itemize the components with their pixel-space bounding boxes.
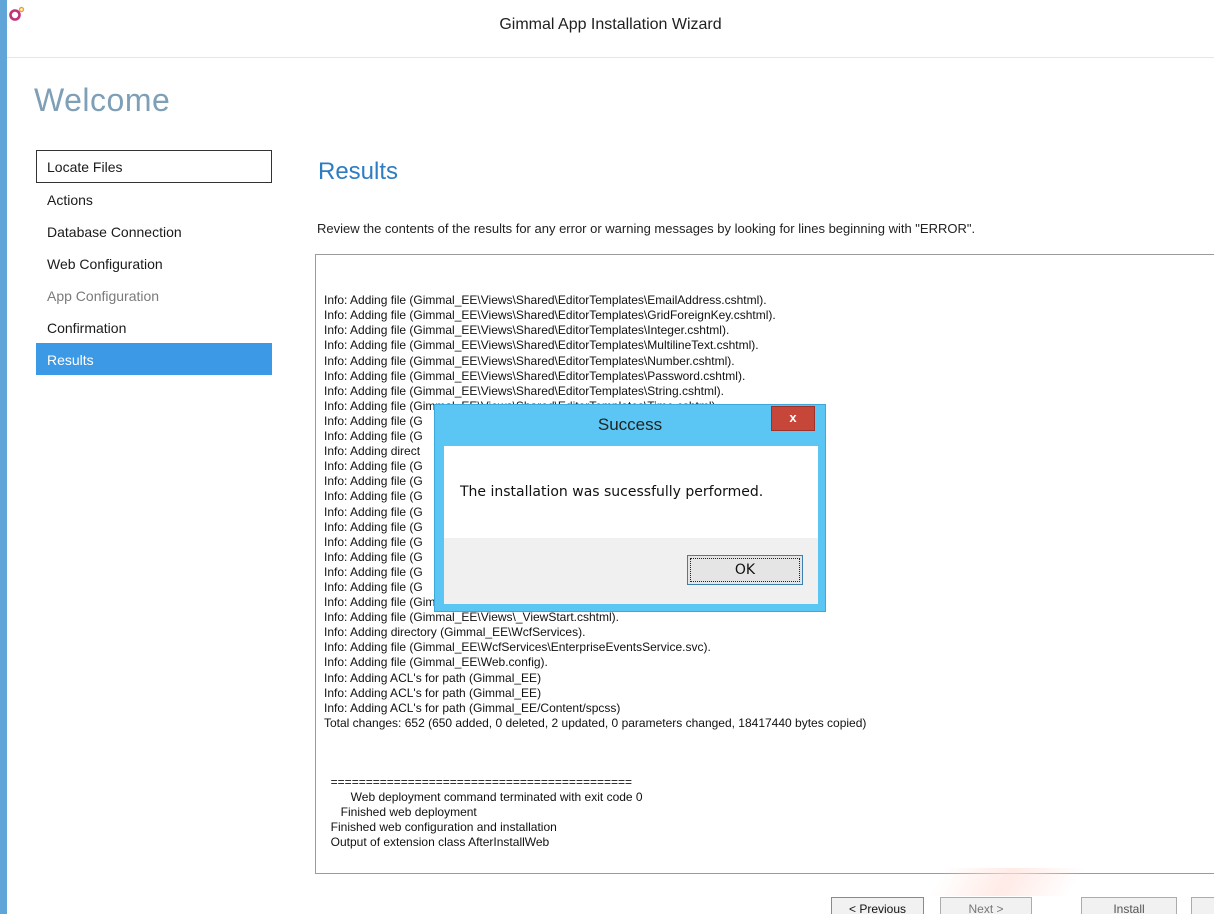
dialog-message: The installation was sucessfully perform…	[460, 484, 764, 500]
log-line: Info: Adding file (Gimmal_EE\Views\Share…	[324, 353, 735, 368]
log-line: Output of extension class AfterInstallWe…	[324, 835, 550, 850]
log-line: ========================================…	[324, 775, 633, 790]
footer-buttons: < Previous Next > Install	[7, 897, 1214, 914]
previous-button[interactable]: < Previous	[831, 897, 924, 914]
log-line: Info: Adding directory (Gimmal_EE\WcfSer…	[324, 625, 586, 640]
log-line: Info: Adding ACL's for path (Gimmal_EE)	[324, 670, 542, 685]
log-line: Info: Adding file (Gimmal_EE\Views\Share…	[324, 368, 746, 383]
wizard-steps-nav: Locate Files Actions Database Connection…	[36, 150, 272, 375]
nav-item-web-configuration[interactable]: Web Configuration	[36, 247, 272, 279]
log-line: Info: Adding file (Gimmal_EE\Views\Share…	[324, 323, 730, 338]
log-line: Info: Adding ACL's for path (Gimmal_EE/C…	[324, 700, 621, 715]
log-line: Web deployment command terminated with e…	[324, 790, 643, 805]
ok-button[interactable]: OK	[687, 555, 803, 585]
nav-item-actions[interactable]: Actions	[36, 183, 272, 215]
log-line: Finished web configuration and installat…	[324, 820, 557, 835]
log-line: Finished web deployment	[324, 805, 477, 820]
dialog-body: The installation was sucessfully perform…	[444, 446, 818, 538]
nav-item-app-configuration: App Configuration	[47, 288, 160, 304]
window-title: Gimmal App Installation Wizard	[499, 16, 722, 33]
nav-item-database-connection[interactable]: Database Connection	[36, 215, 272, 247]
log-line: Info: Adding file (Gimmal_EE\Views\_View…	[324, 610, 620, 625]
dialog-close-button[interactable]: x	[771, 406, 815, 431]
page-title: Results	[318, 158, 399, 185]
nav-item-results[interactable]: Results	[36, 343, 272, 375]
log-line: Info: Adding file (Gimmal_EE\WcfServices…	[324, 640, 711, 655]
success-dialog: Success x The installation was sucessful…	[434, 404, 826, 612]
cancel-button[interactable]	[1191, 897, 1214, 914]
log-line: Info: Adding file (Gimmal_EE\Views\Share…	[324, 383, 724, 398]
log-tail: ========================================…	[324, 775, 1214, 850]
log-line: Info: Adding ACL's for path (Gimmal_EE)	[324, 685, 542, 700]
log-line: Info: Adding file (Gimmal_EE\Web.config)…	[324, 655, 548, 670]
install-button[interactable]: Install	[1081, 897, 1177, 914]
log-line: Info: Adding file (Gimmal_EE\Views\Share…	[324, 338, 759, 353]
dialog-title: Success	[597, 415, 663, 434]
watermark-stripe	[928, 868, 1086, 896]
log-line: Total changes: 652 (650 added, 0 deleted…	[324, 715, 867, 730]
page-description: Review the contents of the results for a…	[317, 221, 976, 236]
next-button: Next >	[940, 897, 1032, 914]
log-line: Info: Adding file (Gimmal_EE\Views\Share…	[324, 293, 767, 308]
dialog-footer: OK	[444, 538, 818, 604]
nav-item-confirmation[interactable]: Confirmation	[36, 311, 272, 343]
log-line: Info: Adding file (Gimmal_EE\Views\Share…	[324, 308, 776, 323]
welcome-heading: Welcome	[34, 82, 171, 118]
title-bar[interactable]: Gimmal App Installation Wizard	[7, 0, 1214, 58]
nav-item-locate-files[interactable]: Locate Files	[36, 150, 272, 183]
close-icon: x	[789, 410, 797, 425]
